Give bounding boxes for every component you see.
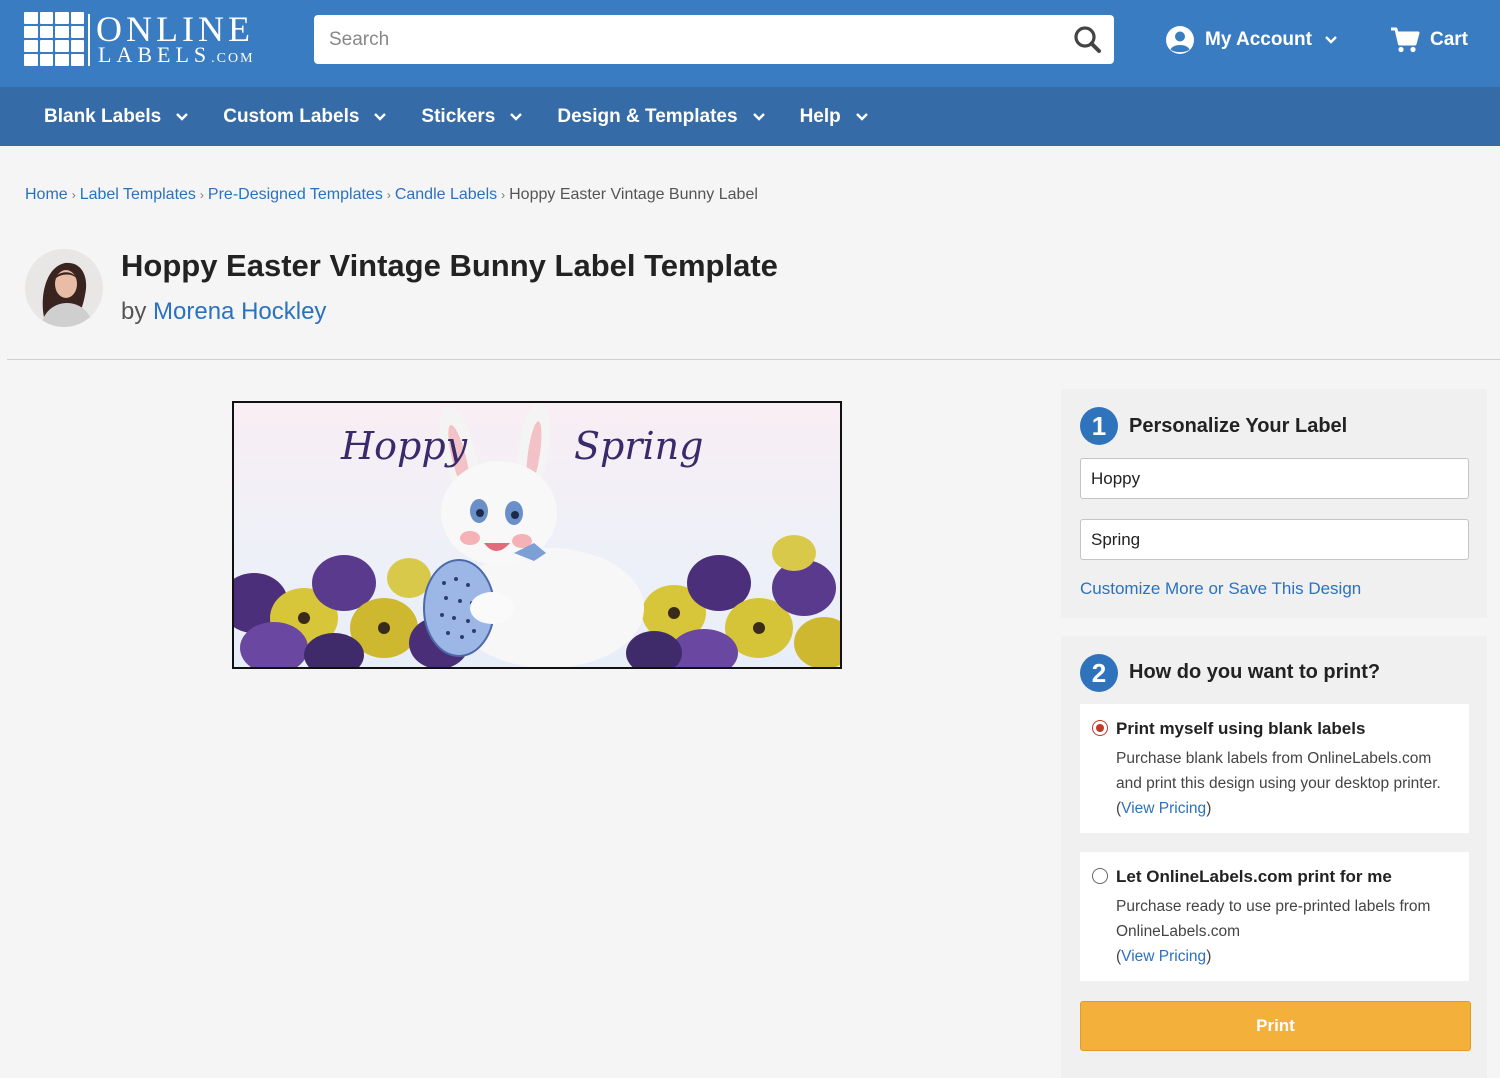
user-circle-icon <box>1166 26 1194 54</box>
personalize-panel: 1 Personalize Your Label Customize More … <box>1061 389 1487 618</box>
breadcrumb-separator: › <box>386 188 391 202</box>
my-account-label: My Account <box>1205 29 1312 50</box>
main-nav: Blank Labels Custom Labels Stickers Desi… <box>0 87 1500 146</box>
breadcrumb: Home › Label Templates › Pre-Designed Templa… <box>25 186 758 204</box>
option-description: Purchase ready to use pre-printed labels… <box>1116 898 1431 965</box>
cart-label: Cart <box>1430 29 1469 50</box>
preview-text-right: Spring <box>574 424 703 468</box>
view-pricing-link[interactable]: View Pricing <box>1121 800 1206 817</box>
logo-divider <box>88 14 90 66</box>
author-avatar[interactable] <box>25 249 103 327</box>
bunny-label-artwork: Hoppy Spring <box>234 403 840 667</box>
option-title: Let OnlineLabels.com print for me <box>1116 867 1392 886</box>
radio-print-myself[interactable] <box>1092 720 1108 736</box>
search-input[interactable] <box>314 15 1054 64</box>
nav-item-label: Stickers <box>421 105 496 127</box>
chevron-down-icon <box>374 112 387 121</box>
breadcrumb-pre-designed-templates[interactable]: Pre-Designed Templates <box>208 186 383 203</box>
nav-item-label: Help <box>799 105 841 127</box>
nav-stickers[interactable]: Stickers <box>421 106 523 128</box>
search-button[interactable] <box>1072 24 1104 56</box>
nav-item-label: Custom Labels <box>223 105 360 127</box>
cart-link[interactable]: Cart <box>1390 23 1468 57</box>
nav-item-label: Blank Labels <box>44 105 162 127</box>
search-bar <box>314 15 1114 64</box>
personalize-title: Personalize Your Label <box>1129 415 1348 437</box>
chevron-down-icon <box>176 112 189 121</box>
logo-grid-icon <box>24 12 84 66</box>
label-text-field-1[interactable] <box>1080 458 1469 499</box>
nav-custom-labels[interactable]: Custom Labels <box>223 106 387 128</box>
chevron-down-icon <box>855 112 868 121</box>
author-byline: by Morena Hockley <box>121 298 326 326</box>
print-option-for-me[interactable]: Let OnlineLabels.com print for me Purcha… <box>1080 852 1469 981</box>
nav-design-templates[interactable]: Design & Templates <box>557 106 765 128</box>
chevron-down-icon <box>510 112 523 121</box>
nav-help[interactable]: Help <box>800 106 869 128</box>
label-text-field-2[interactable] <box>1080 519 1469 560</box>
author-link[interactable]: Morena Hockley <box>153 298 326 325</box>
breadcrumb-separator: › <box>501 188 506 202</box>
site-logo[interactable]: ONLINE LABELS.COM <box>24 9 264 68</box>
my-account-menu[interactable]: My Account <box>1165 23 1338 57</box>
print-panel: 2 How do you want to print? Print myself… <box>1061 636 1487 1078</box>
author-portrait-image <box>25 249 103 327</box>
print-option-myself[interactable]: Print myself using blank labels Purchase… <box>1080 704 1469 833</box>
nav-item-label: Design & Templates <box>557 105 738 127</box>
option-title: Print myself using blank labels <box>1116 719 1366 738</box>
header-bar: ONLINE LABELS.COM My Account Cart <box>0 0 1500 87</box>
chevron-down-icon <box>1325 36 1337 44</box>
breadcrumb-candle-labels[interactable]: Candle Labels <box>395 186 497 203</box>
logo-text-bottom: LABELS.COM <box>98 42 255 67</box>
search-icon <box>1074 26 1101 53</box>
radio-print-for-me[interactable] <box>1092 868 1108 884</box>
label-preview: Hoppy Spring <box>232 401 842 669</box>
breadcrumb-label-templates[interactable]: Label Templates <box>80 186 196 203</box>
breadcrumb-home[interactable]: Home <box>25 186 68 203</box>
section-divider <box>7 359 1500 360</box>
chevron-down-icon <box>752 112 765 121</box>
print-button[interactable]: Print <box>1080 1001 1471 1051</box>
cart-icon <box>1391 27 1420 53</box>
step-number-badge: 1 <box>1080 407 1118 445</box>
breadcrumb-current: Hoppy Easter Vintage Bunny Label <box>509 186 758 203</box>
print-title: How do you want to print? <box>1129 661 1381 683</box>
step-number-badge: 2 <box>1080 654 1118 692</box>
nav-blank-labels[interactable]: Blank Labels <box>44 106 189 128</box>
preview-text-left: Hoppy <box>340 424 468 468</box>
option-description: Purchase blank labels from OnlineLabels.… <box>1116 750 1441 817</box>
breadcrumb-separator: › <box>199 188 204 202</box>
view-pricing-link[interactable]: View Pricing <box>1121 948 1206 965</box>
page-title: Hoppy Easter Vintage Bunny Label Templat… <box>121 248 778 283</box>
breadcrumb-separator: › <box>71 188 76 202</box>
customize-more-link[interactable]: Customize More or Save This Design <box>1080 579 1361 599</box>
by-prefix: by <box>121 298 147 325</box>
